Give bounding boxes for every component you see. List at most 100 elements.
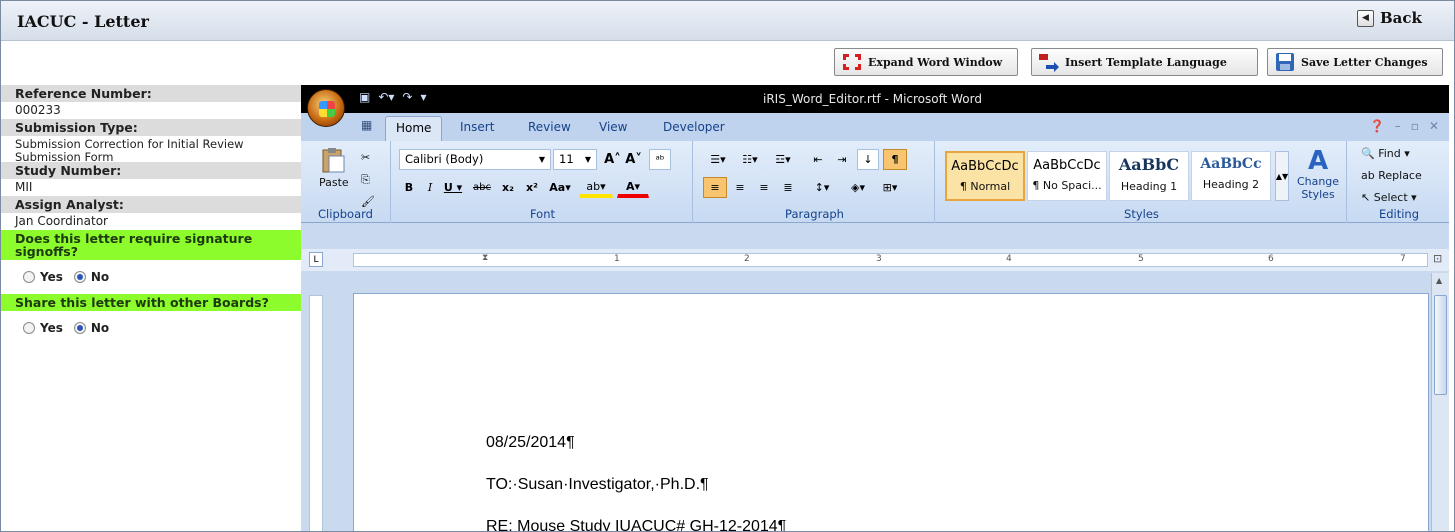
show-formatting-icon[interactable]: ¶ (883, 149, 907, 170)
chevron-down-icon: ▼ (538, 155, 545, 164)
copy-icon[interactable]: ⎘ (361, 173, 370, 187)
scroll-up-icon[interactable]: ▲ (1436, 276, 1442, 285)
shading-icon[interactable]: ◈▾ (843, 177, 873, 198)
font-color-icon[interactable]: A▾ (617, 177, 649, 198)
bold-icon[interactable]: B (399, 177, 419, 198)
redo-icon[interactable]: ↷ (402, 90, 412, 104)
italic-icon[interactable]: I (421, 177, 439, 198)
change-case-icon[interactable]: Aa▾ (545, 177, 575, 198)
find-button[interactable]: 🔍 Find ▾ (1361, 147, 1410, 160)
tab-home[interactable]: Home (385, 116, 443, 141)
select-button[interactable]: ↖ Select ▾ (1361, 191, 1417, 204)
find-icon: 🔍 (1361, 147, 1375, 160)
signature-yes-radio[interactable] (23, 271, 35, 283)
style-heading-2-preview: AaBbCc (1200, 156, 1262, 172)
save-label: Save Letter Changes (1301, 55, 1428, 69)
help-icon[interactable]: ❓ (1370, 119, 1385, 133)
vertical-scrollbar[interactable]: ▲ (1431, 273, 1449, 531)
replace-button[interactable]: ab Replace (1361, 169, 1422, 182)
restore-icon[interactable]: ▫ (1411, 119, 1419, 133)
ruler-bar[interactable]: 1 2 3 4 5 6 7 ⧗ (353, 253, 1428, 267)
ruler-mark-6: 6 (1268, 254, 1274, 264)
view-ruler-icon[interactable]: ⊡ (1433, 252, 1442, 265)
style-heading-1-preview: AaBbC (1118, 155, 1180, 174)
tab-insert[interactable]: Insert (460, 120, 494, 134)
save-letter-changes-button[interactable]: Save Letter Changes (1267, 48, 1443, 76)
borders-icon[interactable]: ⊞▾ (875, 177, 905, 198)
cut-icon[interactable]: ✂ (361, 151, 370, 164)
office-button[interactable] (307, 89, 345, 127)
scroll-thumb[interactable] (1434, 295, 1447, 395)
insert-template-icon (1038, 52, 1060, 72)
submission-type-label: Submission Type: (1, 119, 301, 136)
signature-yes-label: Yes (40, 270, 63, 284)
change-styles-button[interactable]: A Change Styles (1293, 147, 1343, 201)
subscript-icon[interactable]: x₂ (497, 177, 519, 198)
insert-label: Insert Template Language (1065, 55, 1227, 69)
insert-template-language-button[interactable]: Insert Template Language (1031, 48, 1258, 76)
clipboard-label: Clipboard (318, 207, 373, 221)
font-size-field[interactable]: 11 ▼ (553, 149, 597, 170)
paste-button[interactable]: Paste (319, 147, 349, 189)
expand-word-window-button[interactable]: Expand Word Window (834, 48, 1018, 76)
share-no-radio[interactable] (73, 322, 86, 334)
tab-selector-icon[interactable]: L (309, 252, 323, 267)
page-header: IACUC - Letter ◀ Back (1, 1, 1454, 41)
style-no-spacing[interactable]: AaBbCcDc ¶ No Spaci... (1027, 151, 1107, 201)
editing-group-label: Editing (1378, 207, 1420, 221)
styles-group-label: Styles (1124, 207, 1159, 221)
clear-formatting-icon[interactable]: ᵃᵇ (649, 149, 671, 170)
grow-shrink-font-icon[interactable]: A˄ A˅ (603, 149, 643, 170)
ruler-mark-4: 4 (1006, 254, 1012, 264)
font-name-field[interactable]: Calibri (Body) ▼ (399, 149, 551, 170)
signature-radio-group: Yes No (1, 260, 301, 294)
sort-icon[interactable]: ↓ (857, 149, 879, 170)
underline-icon[interactable]: U ▾ (441, 177, 465, 198)
study-number-label: Study Number: (1, 162, 301, 179)
share-radio-group: Yes No (1, 311, 301, 345)
line-spacing-icon[interactable]: ↕▾ (807, 177, 837, 198)
style-heading-2[interactable]: AaBbCc Heading 2 (1191, 151, 1271, 201)
ruler-mark-5: 5 (1138, 254, 1144, 264)
undo-icon[interactable]: ↶▾ (378, 90, 394, 104)
highlight-icon[interactable]: ab▾ (579, 177, 613, 198)
back-button[interactable]: ◀ Back (1357, 9, 1422, 27)
font-group-label: Font (529, 207, 556, 221)
tab-view[interactable]: View (599, 120, 627, 134)
signature-no-radio[interactable] (73, 271, 86, 283)
increase-indent-icon[interactable]: ⇥ (831, 149, 853, 170)
align-right-icon[interactable]: ≡ (753, 177, 775, 198)
justify-icon[interactable]: ≣ (777, 177, 799, 198)
replace-icon: ab (1361, 169, 1375, 182)
strikethrough-icon[interactable]: abc (469, 177, 495, 198)
font-group: Calibri (Body) ▼ 11 ▼ A˄ A˅ ᵃᵇ B I U ▾ abc… (393, 141, 693, 223)
align-left-icon[interactable]: ≡ (703, 177, 727, 198)
save-icon[interactable]: ▣ (359, 90, 370, 104)
multilevel-list-icon[interactable]: ☲▾ (767, 149, 799, 170)
close-icon[interactable]: ✕ (1429, 119, 1439, 133)
bullets-icon[interactable]: ☰▾ (703, 149, 733, 170)
save-disk-icon (1274, 52, 1296, 72)
style-heading-1[interactable]: AaBbC Heading 1 (1109, 151, 1189, 201)
tab-review[interactable]: Review (528, 120, 571, 134)
document-page[interactable]: 08/25/2014¶ TO:·Susan·Investigator,·Ph.D… (353, 293, 1429, 531)
style-normal-name: ¶ Normal (959, 180, 1011, 193)
signature-no-label: No (90, 270, 110, 284)
tab-developer[interactable]: Developer (663, 120, 725, 134)
share-question: Share this letter with other Boards? (1, 294, 301, 311)
paste-label: Paste (319, 176, 349, 189)
indent-marker-icon[interactable]: ⧗ (482, 254, 488, 263)
reference-number-label: Reference Number: (1, 85, 301, 102)
align-center-icon[interactable]: ≡ (729, 177, 751, 198)
style-normal[interactable]: AaBbCcDc ¶ Normal (945, 151, 1025, 201)
share-yes-radio[interactable] (23, 322, 35, 334)
superscript-icon[interactable]: x² (521, 177, 543, 198)
change-styles-icon: A (1307, 146, 1329, 176)
minimize-icon[interactable]: – (1395, 119, 1401, 133)
customize-qat-icon[interactable]: ▾ (420, 90, 426, 104)
styles-gallery-scroll[interactable]: ▲▼ (1275, 151, 1289, 201)
vertical-ruler (309, 295, 323, 531)
decrease-indent-icon[interactable]: ⇤ (807, 149, 829, 170)
numbering-icon[interactable]: ☷▾ (735, 149, 765, 170)
style-no-spacing-preview: AaBbCcDc (1033, 158, 1101, 173)
